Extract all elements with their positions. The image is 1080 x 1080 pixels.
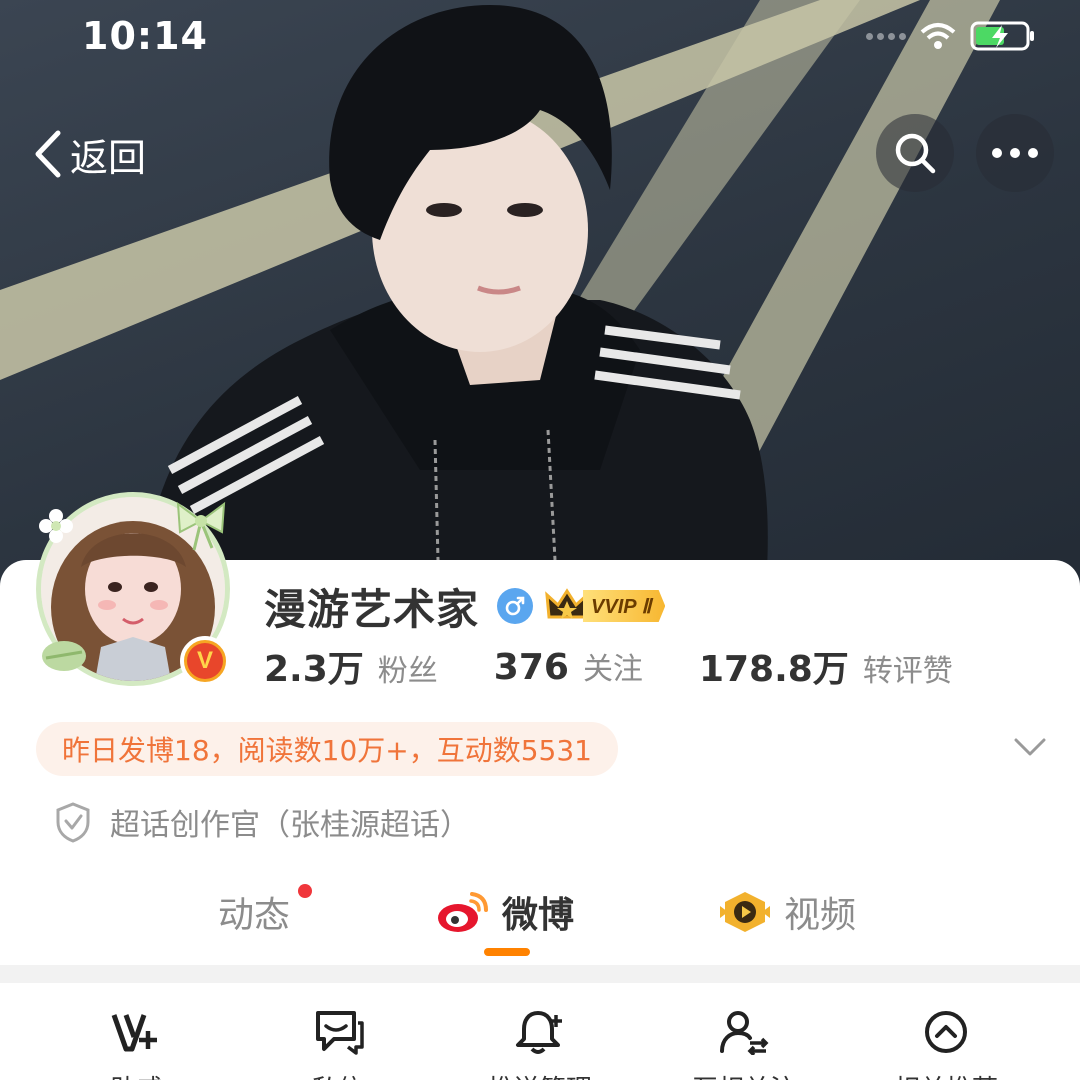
followers-label: 粉丝 <box>377 654 438 689</box>
battery-charging-icon <box>970 21 1034 51</box>
more-options-button[interactable] <box>976 114 1054 192</box>
message-icon <box>316 1011 364 1055</box>
bell-plus-icon <box>516 1011 562 1054</box>
super-topic-title: 超话创作官（张桂源超话） <box>110 808 470 843</box>
verified-badge: V <box>180 636 230 686</box>
followers-count: 2.3万 <box>264 649 364 690</box>
back-label: 返回 <box>70 135 147 180</box>
tab-feed[interactable]: 动态 <box>218 880 312 944</box>
followers-stat[interactable]: 2.3万 粉丝 <box>264 640 438 692</box>
chevron-left-icon <box>35 130 61 178</box>
push-settings-button[interactable]: 推送管理 <box>460 1009 620 1080</box>
section-divider <box>0 965 1080 983</box>
following-label: 关注 <box>582 652 643 687</box>
vip-level-label: VVIP Ⅱ <box>583 590 666 622</box>
active-tab-indicator <box>484 948 530 956</box>
notification-dot <box>298 884 312 898</box>
status-bar-icons <box>866 20 1036 52</box>
tab-weibo[interactable]: 微博 <box>436 880 574 944</box>
weibo-logo-icon <box>438 892 488 932</box>
status-bar-time: 10:14 <box>82 14 208 58</box>
tab-weibo-label: 微博 <box>502 895 575 936</box>
tab-video-label: 视频 <box>784 895 857 936</box>
tab-video[interactable]: 视频 <box>718 880 856 944</box>
leaf-decoration-icon <box>42 641 86 671</box>
more-dots-icon <box>992 148 1038 158</box>
video-badge-icon <box>720 892 770 932</box>
search-icon <box>895 133 936 174</box>
mutual-follow-label: 互相关注 <box>692 1069 796 1080</box>
cheer-button[interactable]: 助威 <box>56 1009 216 1080</box>
back-button[interactable]: 返回 <box>30 124 146 184</box>
name-row: 漫游艺术家 VVIP Ⅱ <box>264 578 666 634</box>
activity-summary-text: 昨日发博18，阅读数10万+，互动数5531 <box>62 734 592 767</box>
activity-summary-pill[interactable]: 昨日发博18，阅读数10万+，互动数5531 <box>36 722 618 776</box>
mutual-follow-button[interactable]: 互相关注 <box>664 1009 824 1080</box>
following-count: 376 <box>493 647 569 688</box>
user-follow-icon <box>720 1011 769 1055</box>
v-plus-icon <box>111 1014 157 1052</box>
stats-row: 2.3万 粉丝 376 关注 178.8万 转评赞 <box>264 640 953 692</box>
search-button[interactable] <box>876 114 954 192</box>
engagement-count: 178.8万 <box>698 649 849 690</box>
wifi-icon <box>920 23 956 49</box>
related-recommend-label: 相关推荐 <box>894 1069 998 1080</box>
related-recommend-button[interactable]: 相关推荐 <box>866 1009 1026 1080</box>
bow-decoration-icon <box>176 501 226 551</box>
profile-tabs: 动态 微博 视频 <box>0 868 1080 958</box>
flower-decoration-icon <box>39 509 73 543</box>
verified-v-icon: V <box>187 643 223 679</box>
push-settings-label: 推送管理 <box>488 1069 592 1080</box>
super-topic-row[interactable]: 超话创作官（张桂源超话） <box>54 796 470 848</box>
username: 漫游艺术家 <box>264 584 480 634</box>
direct-message-button[interactable]: 私信 <box>258 1009 418 1080</box>
bottom-action-bar: 助威 私信 推送管理 互相关注 相关推荐 <box>0 983 1080 1080</box>
avatar-frame[interactable]: V <box>30 486 240 696</box>
following-stat[interactable]: 376 关注 <box>494 644 643 688</box>
direct-message-label: 私信 <box>312 1069 364 1080</box>
vip-badge[interactable]: VVIP Ⅱ <box>545 587 666 625</box>
engagement-stat[interactable]: 178.8万 转评赞 <box>699 640 953 692</box>
signal-icon <box>866 32 906 40</box>
chevron-down-icon[interactable] <box>1012 732 1048 762</box>
crown-icon <box>545 588 589 619</box>
tab-feed-label: 动态 <box>218 895 291 936</box>
shield-check-icon <box>56 802 90 843</box>
cheer-label: 助威 <box>110 1069 162 1080</box>
chevron-up-circle-icon <box>925 1011 967 1053</box>
engagement-label: 转评赞 <box>862 654 953 689</box>
male-gender-icon <box>497 588 534 624</box>
